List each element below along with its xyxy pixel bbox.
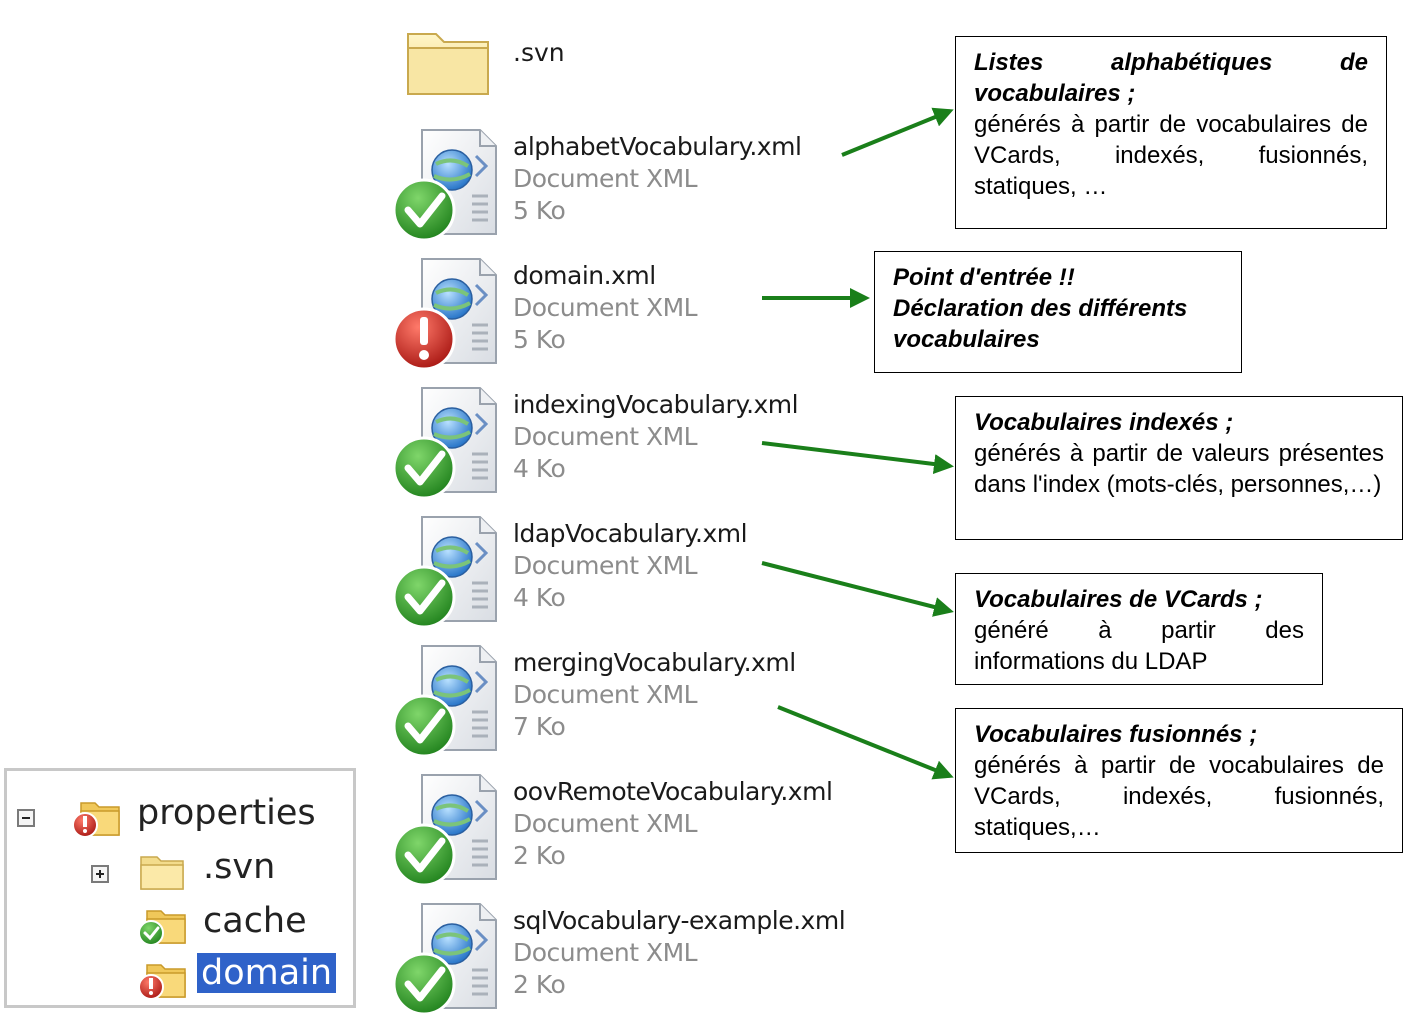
file-size: 2 Ko — [513, 970, 566, 999]
file-item-oovremote[interactable]: oovRemoteVocabulary.xml Document XML 2 K… — [392, 767, 852, 887]
xml-file-ok-icon — [392, 126, 500, 242]
folder-ok-icon[interactable] — [137, 903, 187, 947]
file-name: domain.xml — [513, 261, 656, 290]
xml-file-conflict-icon — [392, 255, 500, 371]
file-item-alphabet[interactable]: alphabetVocabulary.xml Document XML 5 Ko — [392, 122, 852, 242]
annotation-line2: Déclaration des différents vocabulaires — [893, 295, 1188, 353]
annotation-line1: Point d'entrée !! — [893, 264, 1075, 291]
annotation-ldap: Vocabulaires de VCards ; généré à partir… — [955, 573, 1323, 685]
annotation-alphabet: Listes alphabétiques de vocabulaires ; g… — [955, 36, 1387, 229]
tree-item-svn[interactable]: .svn — [203, 847, 275, 887]
file-type: Document XML — [513, 809, 698, 838]
file-name: oovRemoteVocabulary.xml — [513, 777, 833, 806]
tree-item-properties[interactable]: properties — [137, 793, 316, 833]
annotation-desc: générés à partir de vocabulaires de VCar… — [974, 752, 1384, 841]
file-name: ldapVocabulary.xml — [513, 519, 748, 548]
file-name: sqlVocabulary-example.xml — [513, 906, 846, 935]
arrow-alphabet — [841, 107, 954, 157]
file-size: 2 Ko — [513, 841, 566, 870]
file-size: 4 Ko — [513, 454, 566, 483]
tree-item-domain[interactable]: domain — [197, 953, 337, 993]
annotation-title: Listes alphabétiques de vocabulaires ; — [974, 49, 1368, 107]
annotation-indexing: Vocabulaires indexés ; générés à partir … — [955, 396, 1403, 540]
xml-file-ok-icon — [392, 513, 500, 629]
file-type: Document XML — [513, 551, 698, 580]
xml-file-ok-icon — [392, 771, 500, 887]
file-name: alphabetVocabulary.xml — [513, 132, 802, 161]
file-type: Document XML — [513, 422, 698, 451]
annotation-merging: Vocabulaires fusionnés ; générés à parti… — [955, 708, 1403, 853]
file-type: Document XML — [513, 680, 698, 709]
file-size: 4 Ko — [513, 583, 566, 612]
annotation-title: Vocabulaires de VCards ; — [974, 586, 1263, 613]
annotation-domain: Point d'entrée !! Déclaration des différ… — [874, 251, 1242, 373]
file-name: mergingVocabulary.xml — [513, 648, 796, 677]
file-item-indexing[interactable]: indexingVocabulary.xml Document XML 4 Ko — [392, 380, 852, 500]
annotation-title: Vocabulaires fusionnés ; — [974, 721, 1258, 748]
file-item-ldap[interactable]: ldapVocabulary.xml Document XML 4 Ko — [392, 509, 852, 629]
file-size: 5 Ko — [513, 325, 566, 354]
folder-tree: properties .svn cache domain — [4, 768, 356, 1008]
file-item-sql[interactable]: sqlVocabulary-example.xml Document XML 2… — [392, 896, 852, 1016]
expand-toggle[interactable] — [91, 865, 109, 883]
collapse-toggle[interactable] — [17, 809, 35, 827]
file-type: Document XML — [513, 938, 698, 967]
annotation-title: Vocabulaires indexés ; — [974, 409, 1234, 436]
xml-file-ok-icon — [392, 642, 500, 758]
file-item-domain[interactable]: domain.xml Document XML 5 Ko — [392, 251, 852, 371]
xml-file-ok-icon — [392, 900, 500, 1016]
annotation-desc: générés à partir de vocabulaires de VCar… — [974, 111, 1368, 200]
tree-item-cache[interactable]: cache — [203, 901, 307, 941]
folder-icon[interactable] — [404, 20, 494, 100]
annotation-desc: généré à partir des informations du LDAP — [974, 617, 1304, 675]
svn-folder-name[interactable]: .svn — [513, 38, 565, 67]
file-size: 7 Ko — [513, 712, 566, 741]
folder-icon[interactable] — [137, 849, 187, 893]
folder-conflict-icon[interactable] — [137, 957, 187, 1001]
file-size: 5 Ko — [513, 196, 566, 225]
annotation-desc: générés à partir de valeurs présentes da… — [974, 440, 1384, 498]
file-type: Document XML — [513, 164, 698, 193]
file-name: indexingVocabulary.xml — [513, 390, 799, 419]
file-item-merging[interactable]: mergingVocabulary.xml Document XML 7 Ko — [392, 638, 852, 758]
folder-conflict-icon[interactable] — [71, 795, 121, 839]
xml-file-ok-icon — [392, 384, 500, 500]
file-type: Document XML — [513, 293, 698, 322]
